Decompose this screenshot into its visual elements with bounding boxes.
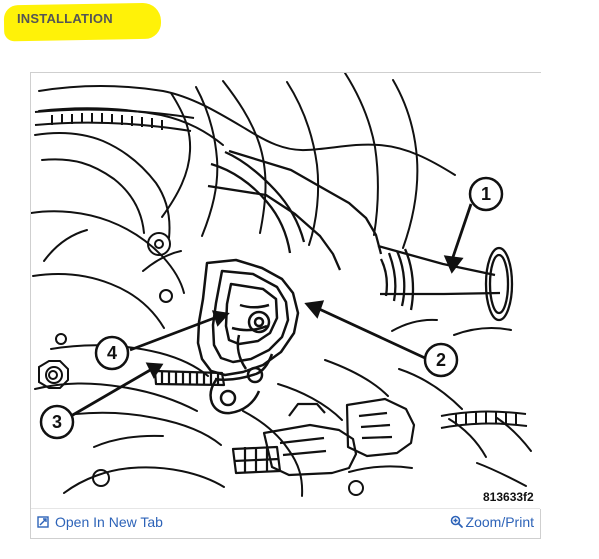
zoom-icon: [450, 515, 464, 529]
callout-4: 4: [107, 343, 117, 363]
callout-1: 1: [481, 184, 491, 204]
open-in-new-tab-icon: [37, 516, 49, 528]
installation-diagram: 1 2 3 4 813633f2: [31, 73, 542, 509]
section-heading-wrap: INSTALLATION: [0, 0, 170, 42]
section-heading: INSTALLATION: [17, 11, 113, 26]
figure-card: 1 2 3 4 813633f2 Open In New Tab Zoom/Pr…: [30, 72, 542, 539]
zoom-print-link[interactable]: Zoom/Print: [450, 514, 534, 530]
callout-2: 2: [436, 350, 446, 370]
callout-3: 3: [52, 412, 62, 432]
figure-footer: Open In New Tab Zoom/Print: [31, 508, 540, 538]
diagram-code: 813633f2: [483, 490, 534, 504]
open-in-new-tab-label: Open In New Tab: [55, 514, 163, 530]
open-in-new-tab-link[interactable]: Open In New Tab: [37, 514, 163, 530]
zoom-print-label: Zoom/Print: [465, 514, 534, 530]
